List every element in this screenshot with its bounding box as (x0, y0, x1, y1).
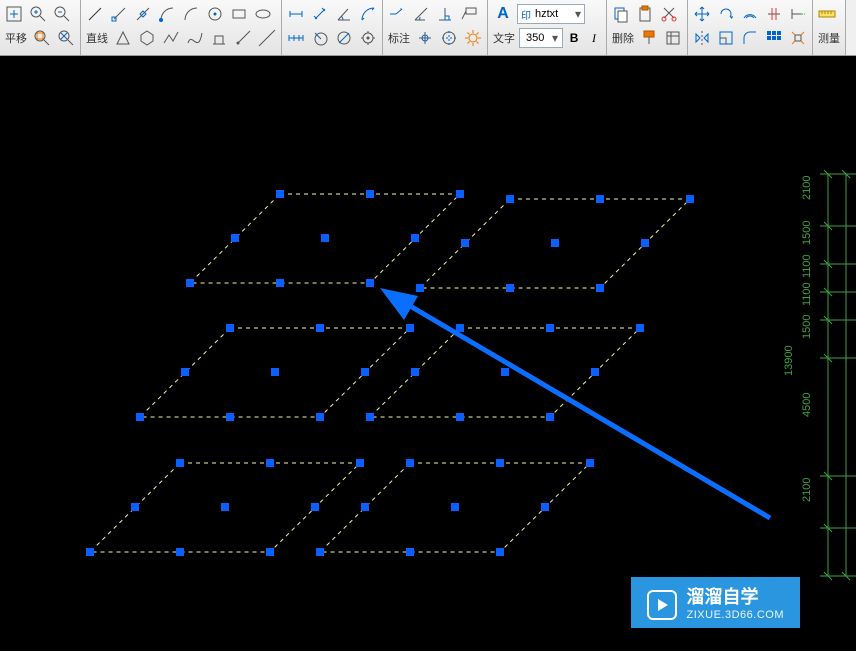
xline-icon[interactable] (256, 27, 278, 49)
triangle-icon[interactable] (112, 27, 134, 49)
snap-end-icon[interactable] (108, 3, 130, 25)
ellipse-icon[interactable] (252, 3, 274, 25)
panel-dim (282, 0, 383, 55)
line-label: 直线 (84, 29, 110, 47)
svg-text:2100: 2100 (801, 478, 813, 502)
trim-icon[interactable] (763, 3, 785, 25)
circle-icon[interactable] (204, 3, 226, 25)
explode-icon[interactable] (787, 27, 809, 49)
dim-continue-icon[interactable] (285, 27, 307, 49)
dim-settings-icon[interactable] (357, 27, 379, 49)
line-icon[interactable] (84, 3, 106, 25)
zoom-out-icon[interactable] (51, 3, 73, 25)
canvas-svg: 2100 1500 1100 1100 1500 4500 2100 13900 (0, 56, 856, 648)
zoom-fit-icon[interactable] (3, 3, 25, 25)
rect-icon[interactable] (228, 3, 250, 25)
svg-text:4500: 4500 (801, 393, 813, 417)
angle-mark-icon[interactable] (410, 3, 432, 25)
snap-mid-icon[interactable] (132, 3, 154, 25)
array-icon[interactable] (763, 27, 785, 49)
chevron-down-icon: ▾ (552, 31, 558, 45)
watermark-title: 溜溜自学 (687, 587, 784, 609)
chevron-down-icon: ▾ (575, 7, 581, 21)
dim-linear-icon[interactable] (285, 3, 307, 25)
dim-aligned-icon[interactable] (309, 3, 331, 25)
text-label: 文字 (491, 29, 517, 47)
watermark-url: ZIXUE.3D66.COM (687, 609, 784, 622)
italic-button[interactable]: I (585, 27, 603, 49)
fillet-icon[interactable] (739, 27, 761, 49)
dim-gear-icon[interactable] (462, 27, 484, 49)
svg-text:1100: 1100 (801, 282, 813, 306)
pan-label: 平移 (3, 29, 29, 47)
play-icon (647, 590, 677, 620)
annotation-arrow (380, 288, 770, 518)
rotate-icon[interactable] (715, 3, 737, 25)
size-dropdown[interactable]: ▾ (519, 28, 563, 48)
paste-icon[interactable] (634, 3, 656, 25)
center-mark-icon[interactable] (438, 27, 460, 49)
main-toolbar: 平移 直线 (0, 0, 856, 56)
arc-icon[interactable] (180, 3, 202, 25)
extend-icon[interactable] (787, 3, 809, 25)
polygon-icon[interactable] (136, 27, 158, 49)
svg-text:1500: 1500 (801, 315, 813, 339)
selected-shapes (90, 194, 690, 552)
scale-icon[interactable] (715, 27, 737, 49)
dimension-lines (820, 170, 856, 580)
panel-text: A 印 ▾ 文字 ▾ B I (488, 0, 607, 55)
selection-grips (86, 190, 694, 556)
pedestal-icon[interactable] (208, 27, 230, 49)
move-icon[interactable] (691, 3, 713, 25)
svg-text:1100: 1100 (801, 254, 813, 278)
measure-label: 测量 (816, 29, 842, 47)
svg-text:2100: 2100 (801, 176, 813, 200)
panel-draw: 直线 (81, 0, 282, 55)
bold-button[interactable]: B (565, 27, 583, 49)
spline-icon[interactable] (184, 27, 206, 49)
copy-icon[interactable] (610, 3, 632, 25)
mirror-icon[interactable] (691, 27, 713, 49)
polyline-icon[interactable] (160, 27, 182, 49)
properties-icon[interactable] (662, 27, 684, 49)
ray-icon[interactable] (232, 27, 254, 49)
svg-text:13900: 13900 (783, 345, 795, 376)
zoom-extents-icon[interactable] (55, 27, 77, 49)
watermark: 溜溜自学 ZIXUE.3D66.COM (631, 577, 800, 628)
callout-icon[interactable] (458, 3, 480, 25)
dim-angular-icon[interactable] (333, 3, 355, 25)
drawing-canvas[interactable]: 2100 1500 1100 1100 1500 4500 2100 13900… (0, 56, 856, 648)
text-icon[interactable]: A (491, 3, 515, 25)
panel-edit: 删除 (607, 0, 688, 55)
cut-icon[interactable] (658, 3, 680, 25)
arc-start-icon[interactable] (156, 3, 178, 25)
text-size-input[interactable] (524, 31, 550, 45)
svg-text:1500: 1500 (801, 221, 813, 245)
paint-icon[interactable] (638, 27, 660, 49)
dim-dia-icon[interactable] (333, 27, 355, 49)
panel-measure: 测量 (813, 0, 846, 55)
dimension-text: 2100 1500 1100 1100 1500 4500 2100 13900 (783, 176, 813, 502)
panel-annotate: 标注 (383, 0, 488, 55)
zoom-window-icon[interactable] (31, 27, 53, 49)
perp-icon[interactable] (434, 3, 456, 25)
delete-label: 删除 (610, 29, 636, 47)
ruler-icon[interactable] (816, 3, 838, 25)
level-icon[interactable] (414, 27, 436, 49)
dim-label: 标注 (386, 29, 412, 47)
offset-icon[interactable] (739, 3, 761, 25)
panel-pan: 平移 (0, 0, 81, 55)
font-prefix-icon: 印 (521, 7, 531, 22)
panel-modify (688, 0, 813, 55)
font-dropdown[interactable]: 印 ▾ (517, 4, 585, 24)
font-name-input[interactable] (533, 7, 573, 21)
dim-radius-icon[interactable] (309, 27, 331, 49)
dim-arc-icon[interactable] (357, 3, 379, 25)
leader-icon[interactable] (386, 3, 408, 25)
zoom-in-icon[interactable] (27, 3, 49, 25)
